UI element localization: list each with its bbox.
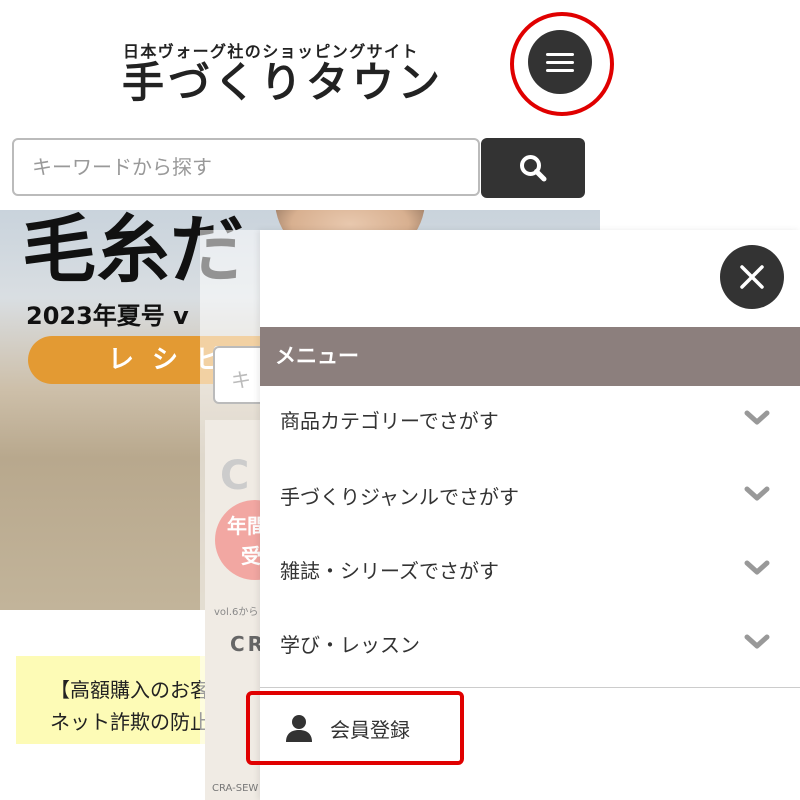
close-menu-button[interactable] (720, 245, 784, 309)
chevron-down-icon[interactable] (744, 634, 770, 650)
site-logo[interactable]: 手づくりタウン (122, 58, 444, 108)
background-caption: vol.6から (214, 607, 259, 618)
chevron-down-icon[interactable] (744, 410, 770, 426)
close-icon (740, 265, 764, 289)
background-big-letter: C (220, 453, 250, 499)
menu-item-label: 雑誌・シリーズでさがす (280, 558, 499, 583)
search-icon (520, 155, 547, 182)
background-search-placeholder: キ (231, 368, 251, 392)
drawer-header: メニュー (260, 327, 800, 386)
register-highlight (246, 691, 464, 765)
menu-item-label: 手づくりジャンルでさがす (280, 484, 519, 509)
menu-item-product-category[interactable]: 商品カテゴリーでさがす (260, 382, 800, 456)
banner-subtitle: 2023年夏号 v (26, 302, 189, 330)
background-footer: CRA-SEW (212, 783, 259, 794)
menu-divider (260, 687, 800, 688)
menu-item-label: 学び・レッスン (280, 632, 420, 657)
menu-item-lessons[interactable]: 学び・レッスン (260, 606, 800, 680)
menu-item-label: 商品カテゴリーでさがす (280, 408, 499, 433)
chevron-down-icon[interactable] (744, 486, 770, 502)
menu-button-highlight (510, 12, 614, 116)
menu-item-craft-genre[interactable]: 手づくりジャンルでさがす (260, 458, 800, 532)
search-input[interactable] (12, 138, 480, 196)
menu-item-magazine-series[interactable]: 雑誌・シリーズでさがす (260, 532, 800, 606)
chevron-down-icon[interactable] (744, 560, 770, 576)
search-button[interactable] (481, 138, 585, 198)
background-badge-line2: 受 (241, 544, 261, 568)
